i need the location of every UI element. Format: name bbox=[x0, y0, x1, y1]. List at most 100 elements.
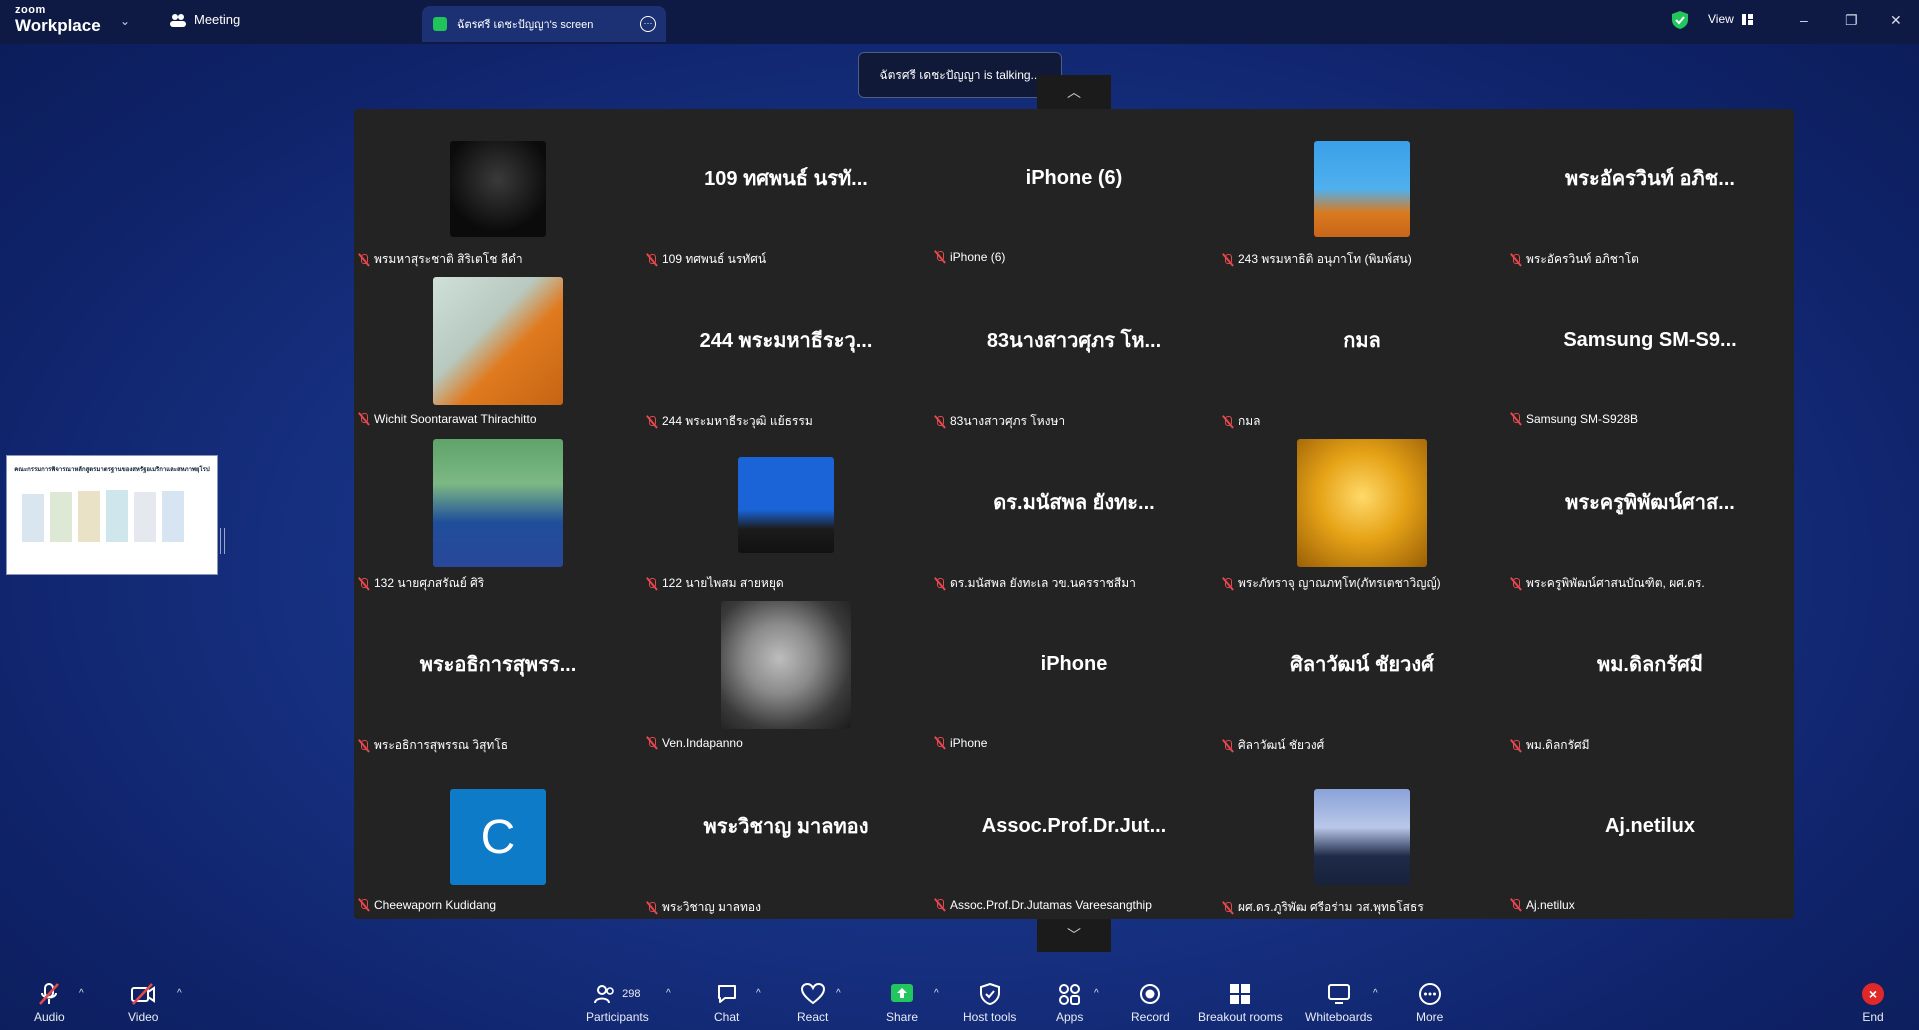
video-options-caret-icon[interactable]: ^ bbox=[177, 988, 182, 999]
participant-display-name: iPhone (6) bbox=[1025, 166, 1123, 189]
video-button[interactable]: Video bbox=[128, 982, 158, 1024]
end-button[interactable]: × End bbox=[1862, 982, 1884, 1024]
participant-tile[interactable]: พระอธิการสุพรร... พระอธิการสุพรรณ วิสุทโ… bbox=[354, 595, 642, 757]
shared-screen-thumbnail[interactable]: คณะกรรมการพิจารณาหลักสูตรมาตรฐานของสหรัฐ… bbox=[6, 455, 218, 575]
react-button[interactable]: React bbox=[797, 982, 828, 1024]
participant-nameplate: 132 นายศุภสรัณย์ ศิริ bbox=[358, 574, 484, 593]
breakout-rooms-label: Breakout rooms bbox=[1198, 1010, 1283, 1024]
audio-button[interactable]: Audio bbox=[34, 982, 65, 1024]
share-options-caret-icon[interactable]: ^ bbox=[934, 988, 939, 999]
more-button[interactable]: More bbox=[1416, 982, 1443, 1024]
participant-tile[interactable]: 83นางสาวศุภร โห... 83นางสาวศุภร โหงษา bbox=[930, 271, 1218, 433]
participant-nameplate: พระครูพิพัฒน์ศาสนบัณฑิต, ผศ.ดร. bbox=[1510, 574, 1705, 593]
participant-tile[interactable]: 132 นายศุภสรัณย์ ศิริ bbox=[354, 433, 642, 595]
minimize-button[interactable]: – bbox=[1800, 12, 1808, 28]
chat-options-caret-icon[interactable]: ^ bbox=[756, 988, 761, 999]
chat-button[interactable]: Chat bbox=[714, 982, 739, 1024]
participant-initial-avatar: C bbox=[450, 789, 546, 885]
view-button[interactable]: View bbox=[1708, 12, 1753, 26]
zoom-logo: zoom Workplace bbox=[15, 5, 101, 35]
participant-name: พม.ดิลกรัศมี bbox=[1526, 738, 1590, 752]
participant-tile[interactable]: iPhone iPhone bbox=[930, 595, 1218, 757]
participant-nameplate: Aj.netilux bbox=[1510, 898, 1575, 912]
tab-shared-screen[interactable]: ฉัตรศรี เดชะปัญญา's screen ··· bbox=[422, 6, 666, 42]
shared-screen-heading: คณะกรรมการพิจารณาหลักสูตรมาตรฐานของสหรัฐ… bbox=[14, 467, 210, 473]
whiteboards-options-caret-icon[interactable]: ^ bbox=[1373, 988, 1378, 999]
gallery-down-button[interactable]: ﹀ bbox=[1037, 918, 1111, 952]
mic-muted-icon bbox=[934, 250, 946, 264]
participant-display-name: ศิลาวัฒน์ ชัยวงศ์ bbox=[1290, 654, 1434, 676]
record-icon bbox=[1140, 984, 1161, 1004]
participant-tile[interactable]: 109 ทศพนธ์ นรทั... 109 ทศพนธ์ นรทัศน์ bbox=[642, 109, 930, 271]
participant-nameplate: พระวิชาญ มาลทอง bbox=[646, 898, 761, 917]
participant-name: Wichit Soontarawat Thirachitto bbox=[374, 412, 537, 426]
close-button[interactable]: ✕ bbox=[1890, 12, 1902, 29]
record-button[interactable]: Record bbox=[1131, 982, 1170, 1024]
participant-avatar bbox=[1314, 141, 1410, 237]
participant-nameplate: ผศ.ดร.ภูริพัฒ ศรีอร่าม วส.พุทธโสธร bbox=[1222, 898, 1424, 917]
audio-options-caret-icon[interactable]: ^ bbox=[79, 988, 84, 999]
whiteboards-button[interactable]: Whiteboards bbox=[1305, 982, 1372, 1024]
participant-tile[interactable]: พระภัทราจุ ญาณภทฺโท(ภัทรเตชาวิญญ์) bbox=[1218, 433, 1506, 595]
participant-tile[interactable]: Wichit Soontarawat Thirachitto bbox=[354, 271, 642, 433]
mic-muted-icon bbox=[358, 412, 370, 426]
participant-avatar bbox=[1314, 789, 1410, 885]
participant-tile[interactable]: พระอัครวินท์ อภิช... พระอัครวินท์ อภิชาโ… bbox=[1506, 109, 1794, 271]
restore-button[interactable]: ❐ bbox=[1845, 12, 1858, 29]
participant-tile[interactable]: พม.ดิลกรัศมี พม.ดิลกรัศมี bbox=[1506, 595, 1794, 757]
host-tools-button[interactable]: Host tools bbox=[963, 982, 1016, 1024]
app-menu-chevron-icon[interactable]: ⌄ bbox=[120, 14, 130, 28]
participant-tile[interactable]: iPhone (6) iPhone (6) bbox=[930, 109, 1218, 271]
participant-tile[interactable]: Aj.netilux Aj.netilux bbox=[1506, 757, 1794, 919]
participant-name: Samsung SM-S928B bbox=[1526, 412, 1639, 426]
participant-display-name: พม.ดิลกรัศมี bbox=[1597, 654, 1703, 676]
participant-tile[interactable]: Ven.Indapanno bbox=[642, 595, 930, 757]
participants-options-caret-icon[interactable]: ^ bbox=[666, 988, 671, 999]
participant-tile[interactable]: ดร.มนัสพล ยังทะ... ดร.มนัสพล ยังทะเล วข.… bbox=[930, 433, 1218, 595]
apps-options-caret-icon[interactable]: ^ bbox=[1094, 988, 1099, 999]
video-gallery: พรมหาสุระชาติ สิริเตโช ลีดำ 109 ทศพนธ์ น… bbox=[354, 109, 1794, 919]
participant-name: iPhone (6) bbox=[950, 250, 1006, 264]
participant-tile[interactable]: Samsung SM-S9... Samsung SM-S928B bbox=[1506, 271, 1794, 433]
meeting-menu[interactable]: Meeting bbox=[170, 12, 240, 27]
gallery-up-button[interactable]: ︿ bbox=[1037, 75, 1111, 109]
participant-name: พระครูพิพัฒน์ศาสนบัณฑิต, ผศ.ดร. bbox=[1526, 576, 1705, 590]
more-options-icon[interactable]: ··· bbox=[640, 16, 656, 32]
apps-button[interactable]: Apps bbox=[1056, 982, 1083, 1024]
shared-screen-tab-label: ฉัตรศรี เดชะปัญญา's screen bbox=[457, 19, 594, 31]
mic-off-icon bbox=[39, 983, 60, 1005]
video-off-icon bbox=[131, 983, 156, 1005]
chevron-up-icon: ︿ bbox=[1067, 84, 1081, 100]
participant-tile[interactable]: 122 นายไพสม สายหยุด bbox=[642, 433, 930, 595]
mic-muted-icon bbox=[646, 415, 658, 429]
participant-nameplate: พระอัครวินท์ อภิชาโต bbox=[1510, 250, 1639, 269]
whiteboard-icon bbox=[1327, 984, 1350, 1004]
meeting-label: Meeting bbox=[194, 12, 241, 27]
participant-tile[interactable]: ผศ.ดร.ภูริพัฒ ศรีอร่าม วส.พุทธโสธร bbox=[1218, 757, 1506, 919]
mic-muted-icon bbox=[1222, 415, 1234, 429]
participant-display-name: 244 พระมหาธีระวุ... bbox=[699, 330, 873, 352]
view-label: View bbox=[1708, 12, 1734, 26]
participants-label: Participants bbox=[586, 1010, 649, 1024]
participant-tile[interactable]: ศิลาวัฒน์ ชัยวงศ์ ศิลาวัฒน์ ชัยวงศ์ bbox=[1218, 595, 1506, 757]
react-options-caret-icon[interactable]: ^ bbox=[836, 988, 841, 999]
participant-tile[interactable]: C Cheewaporn Kudidang bbox=[354, 757, 642, 919]
participant-tile[interactable]: พรมหาสุระชาติ สิริเตโช ลีดำ bbox=[354, 109, 642, 271]
participant-display-name: กมล bbox=[1343, 330, 1381, 352]
share-label: Share bbox=[886, 1010, 919, 1024]
resize-handle[interactable] bbox=[220, 528, 225, 554]
participant-tile[interactable]: Assoc.Prof.Dr.Jut... Assoc.Prof.Dr.Jutam… bbox=[930, 757, 1218, 919]
security-shield-icon[interactable] bbox=[1672, 11, 1688, 29]
participant-name: iPhone bbox=[950, 736, 988, 750]
breakout-rooms-button[interactable]: Breakout rooms bbox=[1198, 982, 1283, 1024]
mic-muted-icon bbox=[1222, 901, 1234, 915]
participant-tile[interactable]: กมล กมล bbox=[1218, 271, 1506, 433]
participant-name: พระภัทราจุ ญาณภทฺโท(ภัทรเตชาวิญญ์) bbox=[1238, 576, 1441, 590]
participant-tile[interactable]: พระครูพิพัฒน์ศาส... พระครูพิพัฒน์ศาสนบัณ… bbox=[1506, 433, 1794, 595]
participant-tile[interactable]: 244 พระมหาธีระวุ... 244 พระมหาธีระวุฒิ แ… bbox=[642, 271, 930, 433]
participants-button[interactable]: 298 Participants bbox=[586, 982, 649, 1024]
participant-nameplate: ดร.มนัสพล ยังทะเล วข.นครราชสีมา bbox=[934, 574, 1136, 593]
participant-tile[interactable]: 243 พรมหาธิติ อนุภาโท (พิมพ์สน) bbox=[1218, 109, 1506, 271]
share-button[interactable]: Share bbox=[886, 982, 918, 1024]
participant-tile[interactable]: พระวิชาญ มาลทอง พระวิชาญ มาลทอง bbox=[642, 757, 930, 919]
